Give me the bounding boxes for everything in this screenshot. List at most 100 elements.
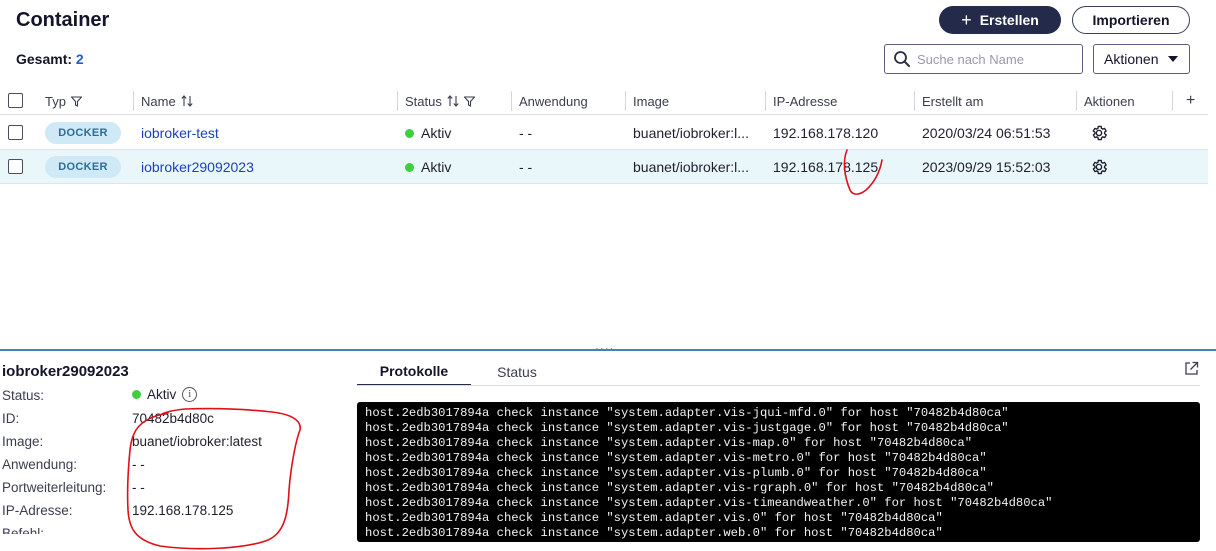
- ip-cell: 192.168.178.120: [773, 125, 879, 141]
- app-cell: - -: [519, 125, 533, 141]
- log-line: host.2edb3017894a check instance "system…: [365, 421, 1009, 435]
- log-line: host.2edb3017894a check instance "system…: [365, 451, 987, 465]
- detail-label-command: Befehl:: [2, 526, 45, 534]
- table-row[interactable]: DOCKER iobroker-test Aktiv - - buanet/io…: [0, 116, 1208, 150]
- total-value: 2: [75, 51, 84, 67]
- detail-value-ports: - -: [132, 480, 145, 495]
- column-image[interactable]: Image: [625, 87, 670, 115]
- status-dot-icon: [132, 390, 141, 399]
- create-button-label: Erstellen: [979, 12, 1039, 28]
- plus-icon: +: [961, 10, 972, 30]
- column-type-label: Typ: [45, 93, 66, 109]
- log-line: host.2edb3017894a check instance "system…: [365, 406, 1009, 420]
- tab-status[interactable]: Status: [477, 358, 557, 386]
- sort-icon[interactable]: [447, 95, 459, 107]
- column-status-label: Status: [405, 93, 442, 109]
- column-status[interactable]: Status: [397, 87, 475, 115]
- detail-label-app: Anwendung:: [2, 457, 78, 472]
- column-actions-label: Aktionen: [1084, 93, 1135, 109]
- column-name-label: Name: [141, 93, 176, 109]
- log-console[interactable]: host.2edb3017894a check instance "system…: [357, 402, 1200, 542]
- detail-value-ip: 192.168.178.125: [132, 503, 234, 518]
- log-line: host.2edb3017894a check instance "system…: [365, 511, 943, 525]
- column-app[interactable]: Anwendung: [511, 87, 588, 115]
- container-name-link[interactable]: iobroker29092023: [141, 150, 254, 184]
- page-title: Container: [16, 9, 110, 31]
- column-separator: [765, 91, 766, 111]
- details-title: iobroker29092023: [2, 363, 129, 380]
- image-cell: buanet/iobroker:l...: [633, 125, 749, 141]
- column-separator: [1172, 91, 1173, 111]
- log-line: host.2edb3017894a check instance "system…: [365, 436, 973, 450]
- sort-icon[interactable]: [181, 95, 193, 107]
- total-count: Gesamt: 2: [16, 51, 84, 67]
- annotation-circle-details: [126, 407, 301, 550]
- column-separator: [397, 91, 398, 111]
- table-row[interactable]: DOCKER iobroker29092023 Aktiv - - buanet…: [0, 150, 1208, 184]
- status-cell: Aktiv: [405, 150, 451, 184]
- import-button[interactable]: Importieren: [1072, 6, 1190, 34]
- column-created-label: Erstellt am: [922, 93, 984, 109]
- detail-value-app: - -: [132, 457, 145, 472]
- external-link-icon[interactable]: [1184, 361, 1199, 376]
- created-cell: 2023/09/29 15:52:03: [922, 159, 1051, 175]
- column-separator: [914, 91, 915, 111]
- detail-label-image: Image:: [2, 434, 44, 449]
- log-line: host.2edb3017894a check instance "system…: [365, 526, 943, 540]
- info-icon[interactable]: i: [182, 387, 198, 402]
- app-cell: - -: [519, 159, 533, 175]
- gear-icon: [1092, 125, 1107, 141]
- detail-value-image: buanet/iobroker:latest: [132, 434, 262, 449]
- created-cell: 2020/03/24 06:51:53: [922, 125, 1051, 141]
- detail-label-ports: Portweiterleitung:: [2, 480, 107, 495]
- table-header: Typ Name Status Anwendung Image IP-Adres…: [0, 87, 1208, 115]
- add-column-button[interactable]: +: [1172, 87, 1196, 115]
- detail-value-status: Aktiv i: [132, 387, 198, 402]
- tab-logs[interactable]: Protokolle: [357, 358, 471, 386]
- column-created[interactable]: Erstellt am: [914, 87, 984, 115]
- ip-cell: 192.168.178.125: [773, 159, 879, 175]
- panel-divider[interactable]: [0, 349, 1216, 351]
- status-dot-icon: [405, 162, 414, 172]
- container-name-link[interactable]: iobroker-test: [141, 116, 219, 150]
- search-icon: [894, 51, 910, 67]
- add-column-icon: +: [1186, 92, 1196, 109]
- log-line: host.2edb3017894a check instance "system…: [365, 481, 994, 495]
- column-actions: Aktionen: [1076, 87, 1135, 115]
- gear-icon: [1092, 159, 1107, 175]
- column-type[interactable]: Typ: [45, 87, 82, 115]
- detail-label-ip: IP-Adresse:: [2, 503, 73, 518]
- detail-status-text: Aktiv: [147, 387, 177, 402]
- search-input[interactable]: [917, 51, 1077, 67]
- column-separator: [511, 91, 512, 111]
- search-box[interactable]: [884, 44, 1083, 74]
- row-checkbox[interactable]: [8, 159, 23, 174]
- column-separator: [1076, 91, 1077, 111]
- detail-label-status: Status:: [2, 388, 45, 403]
- status-cell: Aktiv: [405, 116, 451, 150]
- log-line: host.2edb3017894a check instance "system…: [365, 466, 987, 480]
- detail-label-id: ID:: [2, 411, 20, 426]
- select-all-checkbox[interactable]: [8, 93, 23, 108]
- column-app-label: Anwendung: [519, 93, 588, 109]
- actions-dropdown[interactable]: Aktionen: [1093, 44, 1190, 74]
- column-ip-label: IP-Adresse: [773, 93, 838, 109]
- settings-button[interactable]: [1090, 116, 1108, 150]
- filter-icon[interactable]: [70, 95, 82, 107]
- type-badge: DOCKER: [45, 122, 121, 144]
- column-separator: [625, 91, 626, 111]
- log-line: host.2edb3017894a check instance "system…: [365, 496, 1053, 510]
- detail-value-id: 70482b4d80c: [132, 411, 214, 426]
- filter-icon[interactable]: [463, 95, 475, 107]
- row-checkbox[interactable]: [8, 125, 23, 140]
- create-button[interactable]: + Erstellen: [939, 6, 1061, 34]
- chevron-down-icon: [1168, 55, 1179, 62]
- column-name[interactable]: Name: [133, 87, 193, 115]
- status-text: Aktiv: [421, 159, 452, 175]
- column-ip[interactable]: IP-Adresse: [765, 87, 838, 115]
- column-separator: [133, 91, 134, 111]
- total-label: Gesamt:: [16, 51, 73, 67]
- settings-button[interactable]: [1090, 150, 1108, 184]
- column-image-label: Image: [633, 93, 670, 109]
- status-text: Aktiv: [421, 125, 452, 141]
